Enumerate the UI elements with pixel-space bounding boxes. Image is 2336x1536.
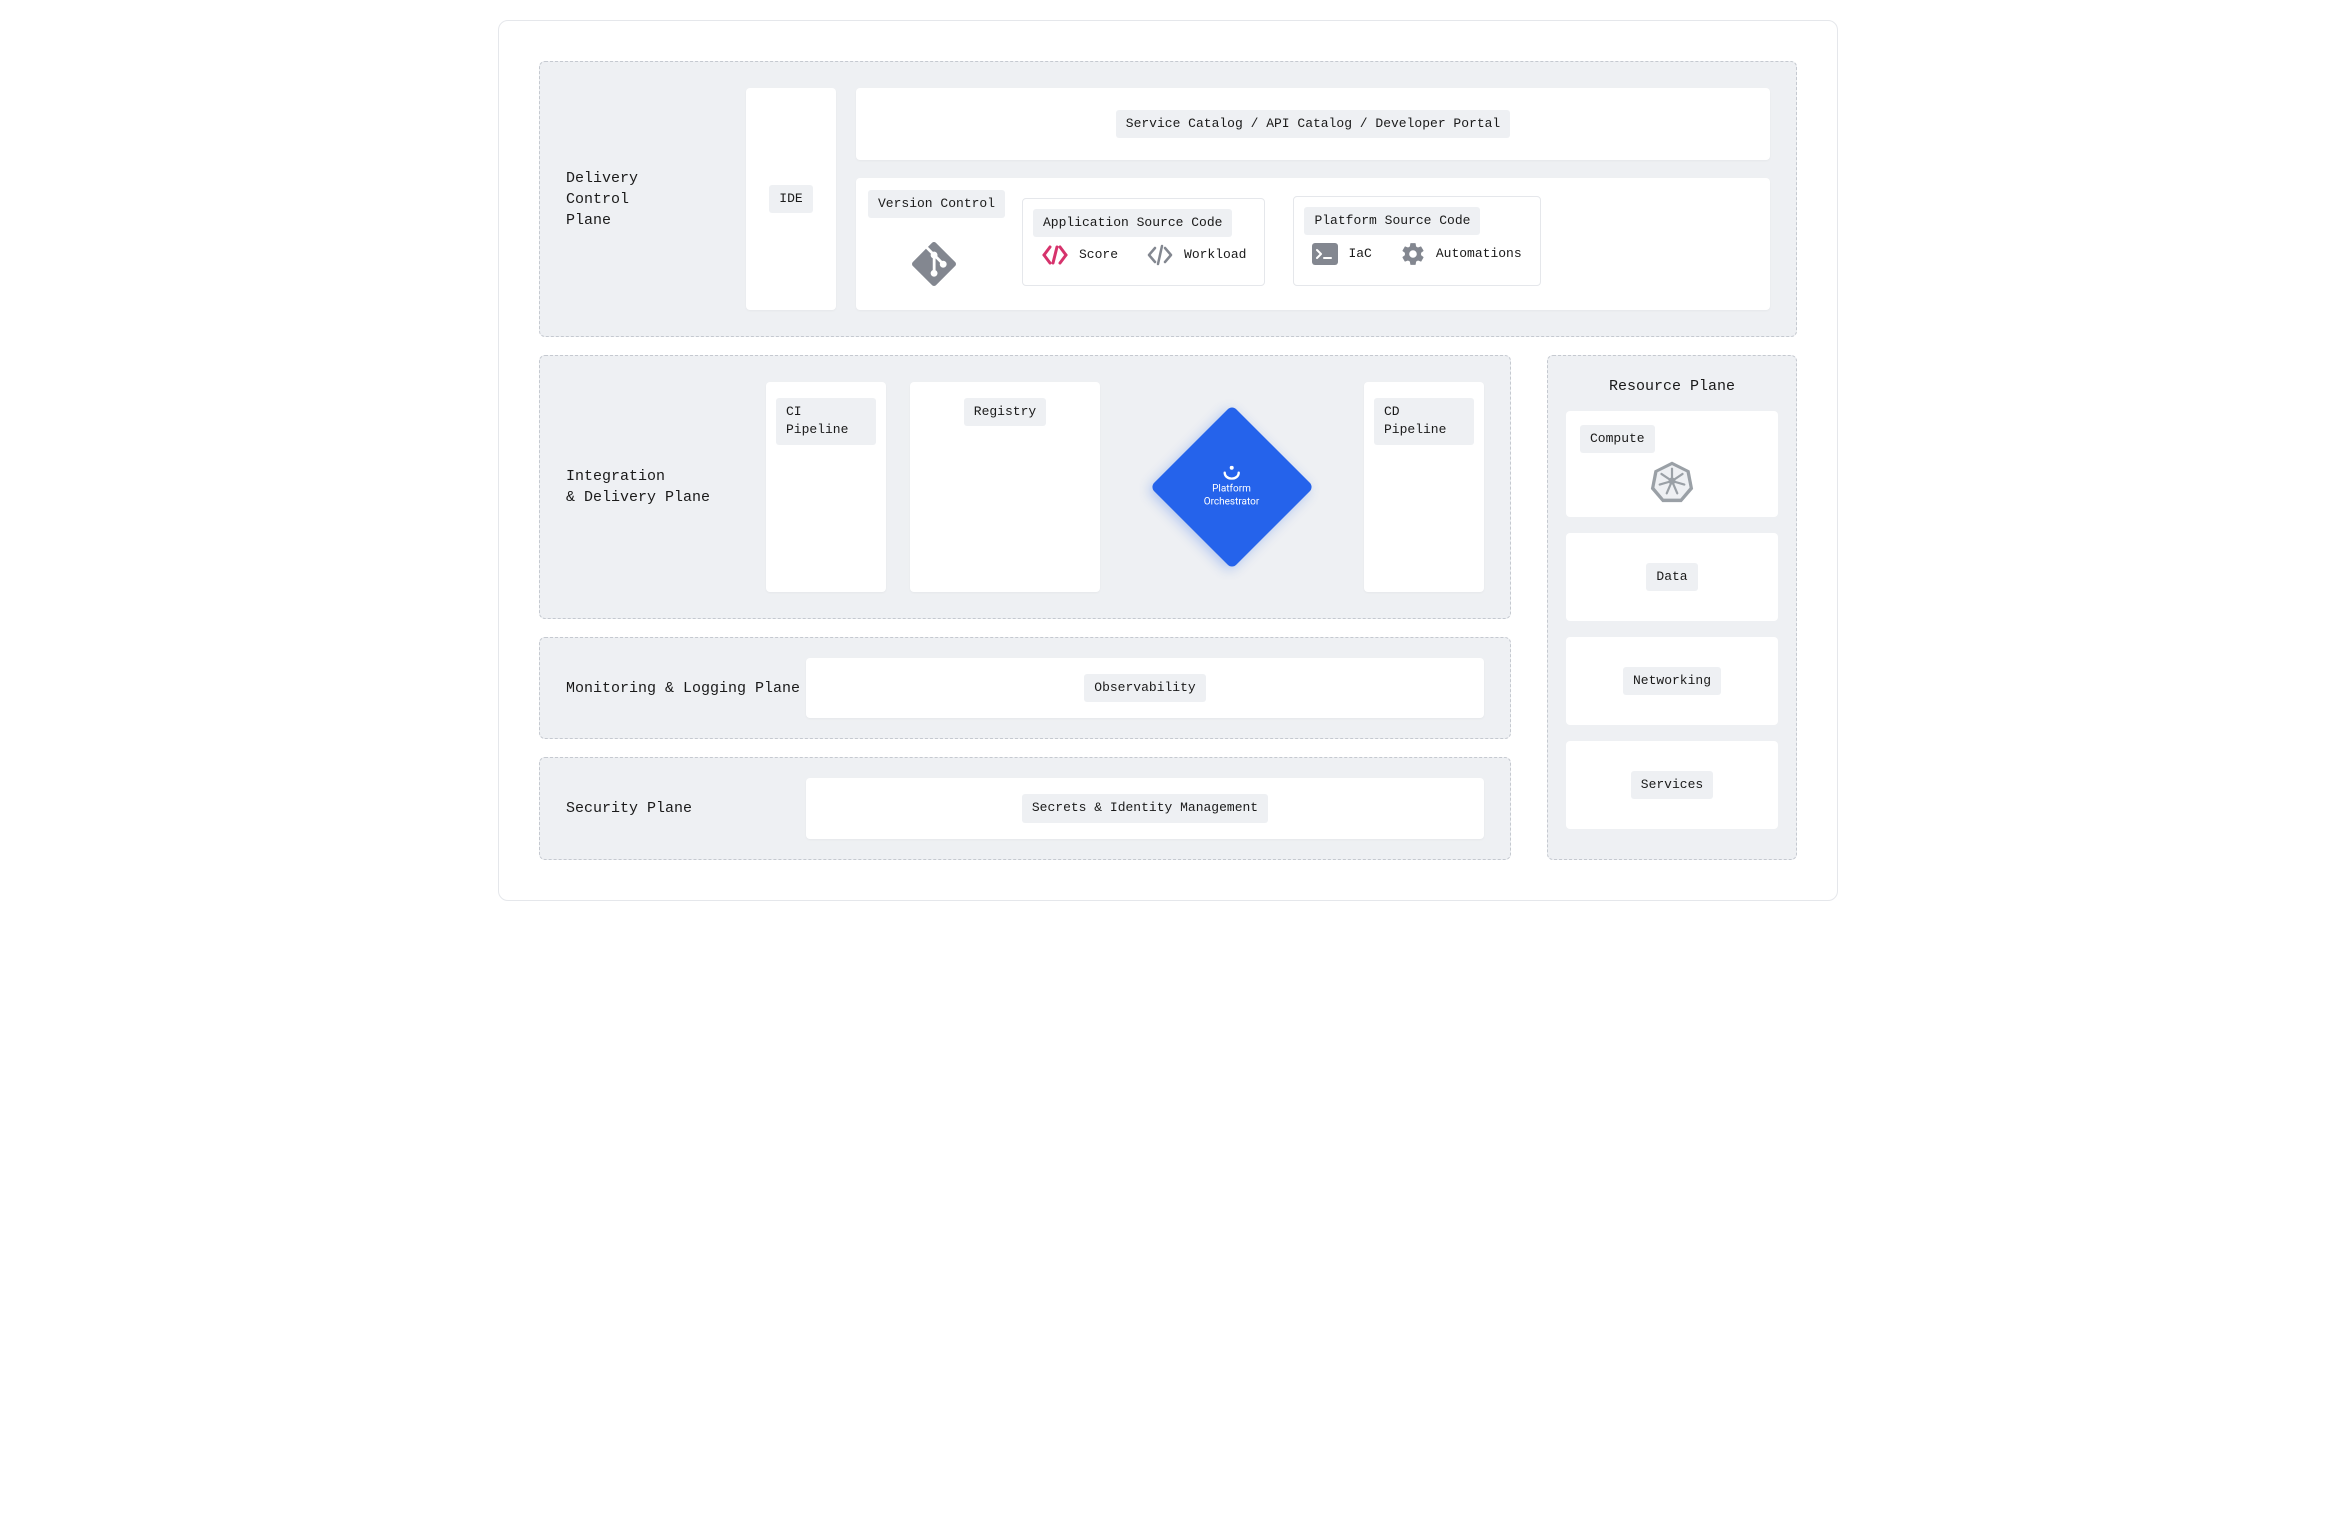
version-control-card: Version Control Application Source Code xyxy=(856,178,1770,310)
networking-card: Networking xyxy=(1566,637,1778,725)
service-catalog-card: Service Catalog / API Catalog / Develope… xyxy=(856,88,1770,160)
integration-plane-label: Integration & Delivery Plane xyxy=(566,466,766,508)
score-item: Score xyxy=(1041,243,1118,267)
platform-orchestrator: Platform Orchestrator xyxy=(1124,382,1340,592)
ide-card: IDE xyxy=(746,88,836,310)
platform-source-code-chip: Platform Source Code xyxy=(1304,207,1480,235)
compute-chip: Compute xyxy=(1580,425,1655,453)
registry-chip: Registry xyxy=(964,398,1046,426)
workload-label: Workload xyxy=(1184,246,1246,264)
score-label: Score xyxy=(1079,246,1118,264)
application-source-code-card: Application Source Code Score Workload xyxy=(1022,198,1265,286)
networking-chip: Networking xyxy=(1623,667,1721,695)
terminal-icon xyxy=(1312,243,1338,265)
diagram-canvas: Delivery Control Plane IDE Service Catal… xyxy=(498,20,1838,901)
orchestrator-line1: Platform xyxy=(1204,483,1260,496)
orchestrator-line2: Orchestrator xyxy=(1204,496,1260,509)
data-card: Data xyxy=(1566,533,1778,621)
lower-row: Integration & Delivery Plane CI Pipeline… xyxy=(539,355,1797,859)
compute-card: Compute xyxy=(1566,411,1778,517)
workload-item: Workload xyxy=(1146,243,1246,267)
gear-icon xyxy=(1400,241,1426,267)
cd-pipeline-card: CD Pipeline xyxy=(1364,382,1484,592)
cd-pipeline-chip: CD Pipeline xyxy=(1374,398,1474,444)
score-icon xyxy=(1041,243,1069,267)
iac-item: IaC xyxy=(1312,241,1371,267)
secrets-card: Secrets & Identity Management xyxy=(806,778,1484,838)
monitoring-plane-label: Monitoring & Logging Plane xyxy=(566,678,806,699)
orchestrator-smile-icon xyxy=(1204,466,1260,480)
resource-plane-label: Resource Plane xyxy=(1566,376,1778,397)
security-plane-label: Security Plane xyxy=(566,798,806,819)
service-catalog-chip: Service Catalog / API Catalog / Develope… xyxy=(1116,110,1510,138)
secrets-chip: Secrets & Identity Management xyxy=(1022,794,1268,822)
version-control-chip: Version Control xyxy=(868,190,1005,218)
iac-label: IaC xyxy=(1348,245,1371,263)
git-icon xyxy=(912,242,956,286)
services-chip: Services xyxy=(1631,771,1713,799)
monitoring-logging-plane: Monitoring & Logging Plane Observability xyxy=(539,637,1511,739)
delivery-control-plane: Delivery Control Plane IDE Service Catal… xyxy=(539,61,1797,337)
platform-source-code-card: Platform Source Code IaC Automations xyxy=(1293,196,1540,286)
automations-label: Automations xyxy=(1436,245,1522,263)
data-chip: Data xyxy=(1646,563,1697,591)
ci-pipeline-chip: CI Pipeline xyxy=(776,398,876,444)
services-card: Services xyxy=(1566,741,1778,829)
security-plane: Security Plane Secrets & Identity Manage… xyxy=(539,757,1511,859)
delivery-plane-label: Delivery Control Plane xyxy=(566,168,746,231)
application-source-code-chip: Application Source Code xyxy=(1033,209,1232,237)
automations-item: Automations xyxy=(1400,241,1522,267)
code-icon xyxy=(1146,243,1174,267)
ide-chip: IDE xyxy=(769,185,812,213)
observability-card: Observability xyxy=(806,658,1484,718)
registry-card: Registry xyxy=(910,382,1100,592)
integration-delivery-plane: Integration & Delivery Plane CI Pipeline… xyxy=(539,355,1511,619)
resource-plane: Resource Plane Compute Data Networking S… xyxy=(1547,355,1797,859)
ci-pipeline-card: CI Pipeline xyxy=(766,382,886,592)
kubernetes-icon xyxy=(1650,459,1694,503)
observability-chip: Observability xyxy=(1084,674,1205,702)
